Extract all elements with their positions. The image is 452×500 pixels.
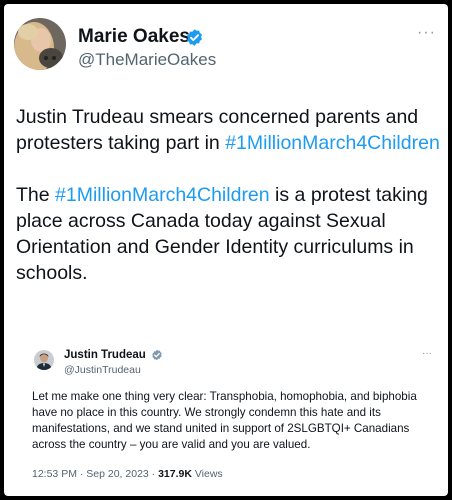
quoted-tweet-meta: 12:53 PM · Sep 20, 2023 · 317.9K Views	[32, 468, 223, 480]
verified-badge-icon	[152, 349, 162, 361]
tweet-text: Justin Trudeau smears concerned parents …	[16, 104, 440, 286]
views-label: Views	[191, 468, 223, 480]
hashtag-link[interactable]: #1MillionMarch4Children	[55, 184, 270, 206]
quoted-author-handle[interactable]: @JustinTrudeau	[64, 364, 141, 376]
quoted-author-name[interactable]: Justin Trudeau	[64, 349, 146, 361]
paragraph-2-before: The	[16, 184, 56, 206]
tweet-card: Marie Oakes @TheMarieOakes ··· Justin Tr…	[4, 4, 448, 496]
quoted-tweet-text: Let me make one thing very clear: Transp…	[32, 390, 417, 451]
tweet-paragraph-2: The #1MillionMarch4Children is a protest…	[16, 182, 440, 286]
quoted-avatar[interactable]	[34, 350, 54, 370]
tweet-paragraph-1: Justin Trudeau smears concerned parents …	[16, 104, 440, 156]
verified-badge-icon	[187, 29, 202, 46]
views-count: 317.9K	[158, 468, 192, 480]
author-name[interactable]: Marie Oakes	[78, 26, 190, 48]
quoted-timestamp[interactable]: 12:53 PM · Sep 20, 2023 ·	[32, 468, 158, 480]
hashtag-link[interactable]: #1MillionMarch4Children	[225, 132, 440, 154]
quoted-tweet[interactable]: Justin Trudeau @JustinTrudeau ··· Let me…	[18, 340, 436, 492]
more-options-icon[interactable]: ···	[417, 24, 436, 42]
avatar[interactable]	[14, 18, 66, 70]
author-handle[interactable]: @TheMarieOakes	[78, 50, 216, 70]
more-options-icon[interactable]: ···	[422, 348, 432, 359]
avatar-photo	[14, 18, 66, 70]
quoted-avatar-photo	[34, 350, 54, 370]
